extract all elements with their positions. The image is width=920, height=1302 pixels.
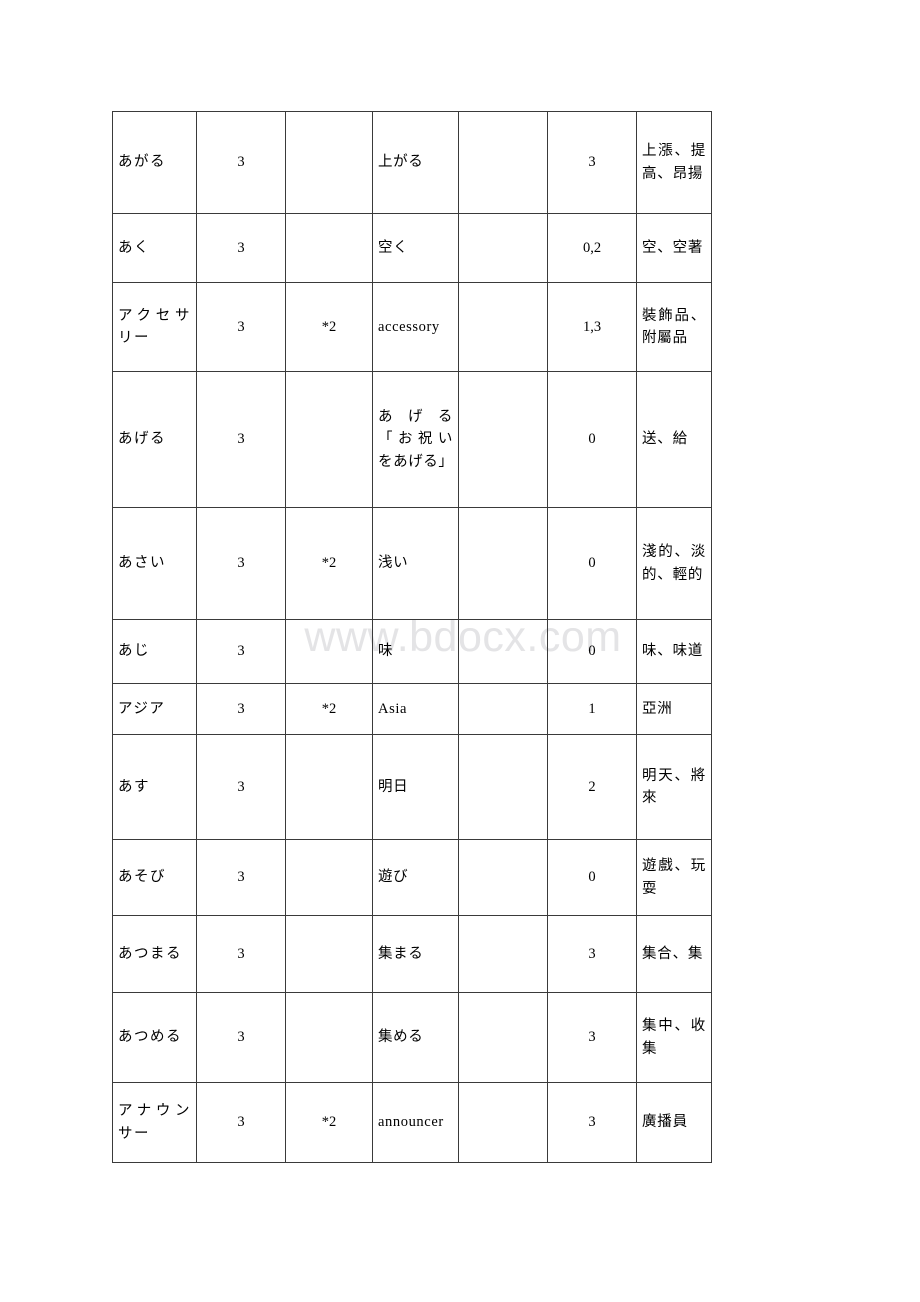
document-page: www.bdocx.com あがる 3 上がる 3 上漲、提高、昂揚 あく 3 … [0,0,920,1302]
cell-meaning: 遊戲、玩耍 [636,839,712,916]
cell-reading: アクセサリー [112,282,197,372]
cell-reading: あじ [112,619,197,684]
cell-accent: 3 [547,992,637,1083]
cell-level: 3 [196,619,286,684]
cell-level: 3 [196,915,286,993]
cell-accent: 3 [547,1082,637,1163]
cell-meaning: 淺的、淡的、輕的 [636,507,712,620]
cell-blank [458,992,548,1083]
cell-note: *2 [285,1082,373,1163]
cell-writing: 遊び [372,839,459,916]
table-row: あつめる 3 集める 3 集中、收集 [112,992,712,1083]
cell-writing: 集める [372,992,459,1083]
cell-blank [458,507,548,620]
cell-meaning: 空、空著 [636,213,712,283]
cell-level: 3 [196,1082,286,1163]
cell-reading: アジア [112,683,197,735]
vocabulary-table: あがる 3 上がる 3 上漲、提高、昂揚 あく 3 空く 0,2 空、空著 アク… [112,111,712,1163]
cell-blank [458,213,548,283]
cell-reading: あす [112,734,197,840]
cell-accent: 3 [547,915,637,993]
cell-level: 3 [196,507,286,620]
cell-note [285,213,373,283]
cell-note [285,619,373,684]
cell-reading: あつまる [112,915,197,993]
cell-reading: あそび [112,839,197,916]
cell-accent: 0 [547,507,637,620]
cell-reading: あさい [112,507,197,620]
table-row: あく 3 空く 0,2 空、空著 [112,213,712,283]
cell-blank [458,111,548,214]
cell-note: *2 [285,507,373,620]
cell-accent: 0 [547,619,637,684]
cell-reading: あく [112,213,197,283]
cell-meaning: 裝飾品、附屬品 [636,282,712,372]
cell-meaning: 明天、將來 [636,734,712,840]
cell-meaning: 亞洲 [636,683,712,735]
cell-level: 3 [196,371,286,508]
cell-meaning: 集中、收集 [636,992,712,1083]
cell-meaning: 上漲、提高、昂揚 [636,111,712,214]
cell-blank [458,683,548,735]
cell-blank [458,915,548,993]
cell-writing: Asia [372,683,459,735]
cell-accent: 3 [547,111,637,214]
table-row: あそび 3 遊び 0 遊戲、玩耍 [112,839,712,916]
table-body: あがる 3 上がる 3 上漲、提高、昂揚 あく 3 空く 0,2 空、空著 アク… [112,111,712,1163]
cell-level: 3 [196,683,286,735]
cell-note [285,371,373,508]
cell-note [285,915,373,993]
cell-note: *2 [285,683,373,735]
table-row: あさい 3 *2 浅い 0 淺的、淡的、輕的 [112,507,712,620]
cell-writing: あげる「お祝いをあげる」 [372,371,459,508]
cell-blank [458,619,548,684]
cell-writing: 集まる [372,915,459,993]
table-row: あがる 3 上がる 3 上漲、提高、昂揚 [112,111,712,214]
cell-accent: 0 [547,839,637,916]
table-row: アナウンサー 3 *2 announcer 3 廣播員 [112,1082,712,1163]
cell-reading: あげる [112,371,197,508]
cell-writing: 浅い [372,507,459,620]
cell-note: *2 [285,282,373,372]
cell-reading: あがる [112,111,197,214]
cell-accent: 2 [547,734,637,840]
cell-blank [458,839,548,916]
cell-writing: 空く [372,213,459,283]
cell-blank [458,371,548,508]
table-row: あす 3 明日 2 明天、將來 [112,734,712,840]
table-row: あじ 3 味 0 味、味道 [112,619,712,684]
cell-level: 3 [196,213,286,283]
cell-accent: 0 [547,371,637,508]
cell-writing: 上がる [372,111,459,214]
cell-level: 3 [196,992,286,1083]
cell-blank [458,734,548,840]
cell-blank [458,282,548,372]
cell-accent: 1 [547,683,637,735]
cell-blank [458,1082,548,1163]
cell-writing: accessory [372,282,459,372]
cell-writing: 明日 [372,734,459,840]
cell-reading: あつめる [112,992,197,1083]
cell-note [285,111,373,214]
cell-meaning: 廣播員 [636,1082,712,1163]
table-row: あげる 3 あげる「お祝いをあげる」 0 送、給 [112,371,712,508]
cell-reading: アナウンサー [112,1082,197,1163]
table-row: アクセサリー 3 *2 accessory 1,3 裝飾品、附屬品 [112,282,712,372]
table-row: あつまる 3 集まる 3 集合、集 [112,915,712,993]
cell-accent: 0,2 [547,213,637,283]
cell-level: 3 [196,282,286,372]
cell-note [285,992,373,1083]
cell-note [285,734,373,840]
cell-level: 3 [196,734,286,840]
cell-meaning: 味、味道 [636,619,712,684]
cell-note [285,839,373,916]
cell-meaning: 集合、集 [636,915,712,993]
cell-writing: 味 [372,619,459,684]
cell-level: 3 [196,111,286,214]
cell-meaning: 送、給 [636,371,712,508]
cell-level: 3 [196,839,286,916]
table-row: アジア 3 *2 Asia 1 亞洲 [112,683,712,735]
cell-accent: 1,3 [547,282,637,372]
cell-writing: announcer [372,1082,459,1163]
